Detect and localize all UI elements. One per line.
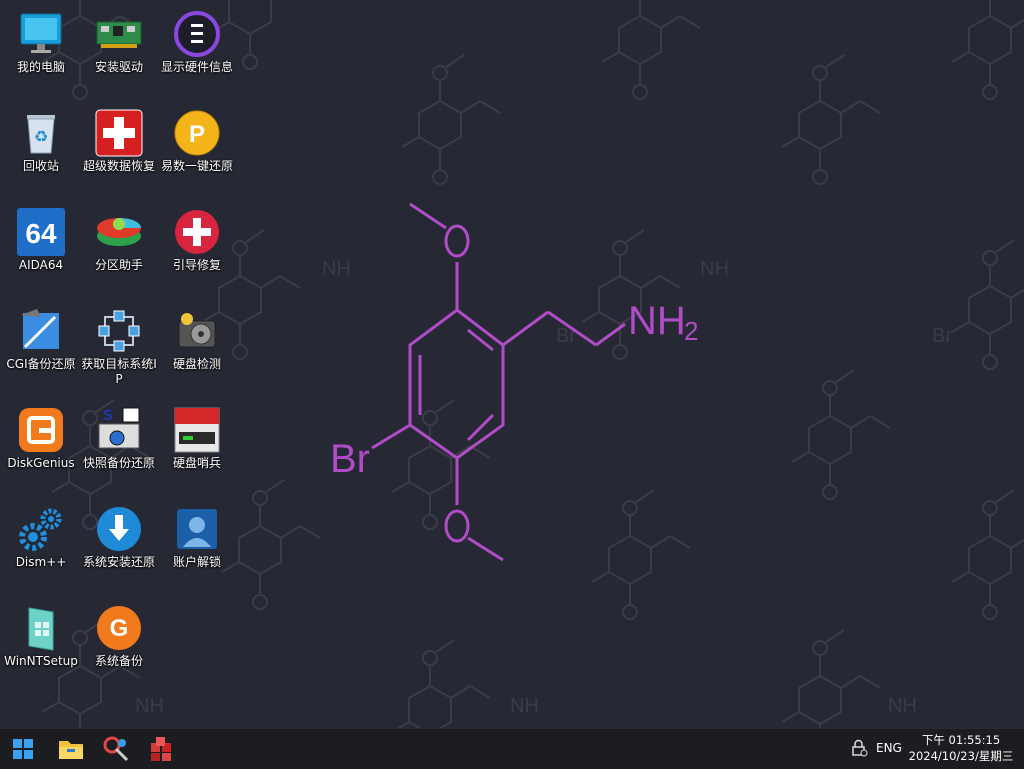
- desktop-icon-one-key-restore[interactable]: P 易数一键还原: [158, 103, 236, 195]
- desktop-icon-get-target-ip[interactable]: 获取目标系统IP: [80, 301, 158, 393]
- svg-text:Br: Br: [932, 325, 952, 347]
- snapshot-icon: S: [95, 406, 143, 454]
- svg-text:NH: NH: [322, 258, 351, 280]
- desktop-icon-data-recovery[interactable]: 超级数据恢复: [80, 103, 158, 195]
- account-unlock-icon: [173, 505, 221, 553]
- svg-text:P: P: [189, 121, 205, 148]
- desktop-icon-dism[interactable]: Dism++: [2, 499, 80, 591]
- svg-text:♻: ♻: [34, 127, 48, 146]
- cgi-icon: [17, 307, 65, 355]
- svg-text:NH: NH: [510, 695, 539, 717]
- desktop-icon-system-backup[interactable]: G 系统备份: [80, 598, 158, 690]
- desktop-icon-snapshot[interactable]: S 快照备份还原: [80, 400, 158, 492]
- dism-icon: [17, 505, 65, 553]
- taskbar-file-explorer[interactable]: [55, 733, 87, 765]
- package-icon: [151, 737, 171, 761]
- svg-text:S: S: [103, 408, 113, 424]
- desktop-icon-account-unlock[interactable]: 账户解锁: [158, 499, 236, 591]
- boot-repair-icon: [173, 208, 221, 256]
- tools-icon: [103, 736, 129, 762]
- desktop-icon-recycle-bin[interactable]: ♻ 回收站: [2, 103, 80, 195]
- svg-text:2: 2: [684, 316, 698, 346]
- desktop-icon-winntsetup[interactable]: WinNTSetup: [2, 598, 80, 690]
- desktop-icon-diskgenius[interactable]: DiskGenius: [2, 400, 80, 492]
- svg-text:NH: NH: [700, 258, 729, 280]
- amine-label: NH: [628, 299, 686, 343]
- desktop-icon-system-install[interactable]: 系统安装还原: [80, 499, 158, 591]
- clock-time: 下午 01:55:15: [921, 733, 1001, 747]
- desktop-icon-install-driver[interactable]: 安装驱动: [80, 4, 158, 96]
- aida64-icon: 64: [17, 208, 65, 256]
- start-button[interactable]: [7, 733, 39, 765]
- desktop-icon-aida64[interactable]: 64 AIDA64: [2, 202, 80, 294]
- svg-text:G: G: [110, 615, 129, 642]
- driver-icon: [95, 10, 143, 58]
- hardware-info-icon: [173, 10, 221, 58]
- desktop-icon-boot-repair[interactable]: 引导修复: [158, 202, 236, 294]
- clock[interactable]: 下午 01:55:15 2024/10/23/星期三: [906, 732, 1016, 764]
- system-install-icon: [95, 505, 143, 553]
- recycle-bin-icon: ♻: [17, 109, 65, 157]
- data-recovery-icon: [95, 109, 143, 157]
- system-backup-icon: G: [95, 604, 143, 652]
- clock-date: 2024/10/23/星期三: [908, 749, 1014, 763]
- taskbar-package[interactable]: [145, 733, 177, 765]
- desktop-icon-disk-sentinel[interactable]: 硬盘哨兵: [158, 400, 236, 492]
- start-icon: [13, 739, 33, 759]
- desktop-icon-disk-check[interactable]: 硬盘检测: [158, 301, 236, 393]
- disk-sentinel-icon: [173, 406, 221, 454]
- svg-text:NH: NH: [135, 695, 164, 717]
- restore-icon: P: [173, 109, 221, 157]
- desktop-icon-cgi[interactable]: CGI备份还原: [2, 301, 80, 393]
- diskgenius-icon: [17, 406, 65, 454]
- winntsetup-icon: [17, 604, 65, 652]
- language-indicator[interactable]: ENG: [876, 741, 902, 755]
- file-explorer-icon: [59, 741, 83, 759]
- partition-icon: [95, 208, 143, 256]
- bromine-label: Br: [330, 437, 370, 481]
- svg-text:64: 64: [25, 218, 57, 249]
- svg-text:NH: NH: [888, 695, 917, 717]
- taskbar: ENG 下午 01:55:15 2024/10/23/星期三: [0, 728, 1024, 769]
- desktop-icon-hardware-info[interactable]: 显示硬件信息: [158, 4, 236, 96]
- computer-icon: [17, 10, 65, 58]
- disk-check-icon: [173, 307, 221, 355]
- desktop-icon-my-computer[interactable]: 我的电脑: [2, 4, 80, 96]
- desktop-icon-partition[interactable]: 分区助手: [80, 202, 158, 294]
- lock-tray-icon[interactable]: [850, 739, 868, 757]
- network-ip-icon: [95, 307, 143, 355]
- taskbar-tools[interactable]: [100, 733, 132, 765]
